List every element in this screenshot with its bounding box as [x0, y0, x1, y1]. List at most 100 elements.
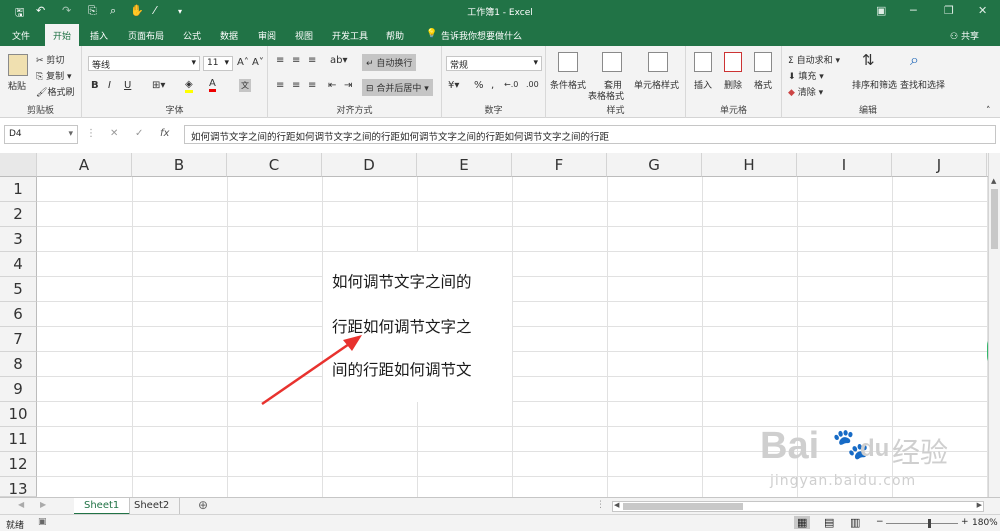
conditional-format-button[interactable]: 条件格式 — [550, 78, 586, 91]
align-top-icon[interactable]: ≡ — [276, 55, 284, 66]
align-center-icon[interactable]: ≡ — [292, 80, 300, 91]
scroll-left-icon[interactable]: ◀ — [614, 501, 619, 509]
wrap-text-button[interactable]: ↵ 自动换行 — [362, 54, 417, 71]
prev-sheet-icon[interactable]: ◀ — [18, 500, 24, 509]
tab-home[interactable]: 开始 — [45, 24, 80, 46]
cut-button[interactable]: ✂ 剪切 — [36, 53, 64, 66]
align-left-icon[interactable]: ≡ — [276, 80, 284, 91]
align-bottom-icon[interactable]: ≡ — [308, 55, 316, 66]
page-layout-view-icon[interactable]: ▤ — [824, 516, 834, 529]
insert-function-icon[interactable]: fx — [160, 128, 169, 139]
share-button[interactable]: ⚇ 共享 — [950, 29, 979, 42]
add-sheet-icon[interactable]: ⊕ — [198, 498, 208, 512]
increase-indent-icon[interactable]: ⇥ — [344, 80, 352, 91]
delete-button[interactable]: 删除 — [724, 78, 742, 91]
cancel-icon[interactable]: ✕ — [110, 128, 118, 139]
minimize-icon[interactable]: ─ — [910, 4, 917, 17]
font-color-icon[interactable]: A — [209, 78, 216, 92]
accounting-icon[interactable]: ¥▾ — [448, 80, 459, 91]
decrease-indent-icon[interactable]: ⇤ — [328, 80, 336, 91]
zoom-in-icon[interactable]: + — [961, 517, 969, 527]
sort-filter-icon: ⇅ — [862, 51, 875, 69]
watermark-url: jingyan.baidu.com — [770, 473, 917, 489]
sort-filter-button[interactable]: 排序和筛选 — [852, 78, 897, 91]
ribbon-display-icon[interactable]: ▣ — [876, 4, 886, 17]
grow-font-icon[interactable]: A˄ — [237, 57, 249, 68]
find-icon: ⌕ — [910, 50, 919, 69]
watermark-du: du — [860, 435, 890, 462]
font-name-select[interactable]: 等线 ▾ — [88, 56, 200, 71]
enter-icon[interactable]: ✓ — [135, 128, 143, 139]
tab-help[interactable]: 帮助 — [386, 29, 404, 42]
page-break-view-icon[interactable]: ▥ — [850, 516, 860, 529]
orientation-icon[interactable]: ab▾ — [330, 55, 348, 66]
decrease-decimal-icon[interactable]: .00 — [526, 80, 539, 89]
chevron-down-icon: ▾ — [224, 58, 229, 68]
tab-formulas[interactable]: 公式 — [183, 29, 201, 42]
number-format-select[interactable]: 常规 ▾ — [446, 56, 542, 71]
table-format-line2[interactable]: 表格格式 — [588, 89, 624, 102]
next-sheet-icon[interactable]: ▶ — [40, 500, 46, 509]
tab-data[interactable]: 数据 — [220, 29, 238, 42]
zoom-level[interactable]: 180% — [972, 518, 998, 528]
macro-record-icon[interactable]: ▣ — [38, 517, 47, 527]
align-middle-icon[interactable]: ≡ — [292, 55, 300, 66]
font-group: 等线 ▾ 11 ▾ A˄ A˅ B I U ⊞▾ ◈ A 文 字体 — [82, 46, 268, 118]
fill-color-icon[interactable]: ◈ — [185, 79, 193, 93]
tab-review[interactable]: 审阅 — [258, 29, 276, 42]
restore-icon[interactable]: ❐ — [944, 4, 954, 17]
font-size-select[interactable]: 11 ▾ — [203, 56, 233, 71]
format-cells-icon — [754, 52, 772, 72]
number-label: 数字 — [484, 106, 503, 116]
vertical-scrollbar[interactable]: ▲ — [988, 153, 1000, 497]
format-button[interactable]: 格式 — [754, 78, 772, 91]
percent-icon[interactable]: % — [474, 80, 484, 91]
tab-insert[interactable]: 插入 — [90, 29, 108, 42]
paste-icon[interactable] — [8, 54, 28, 76]
find-select-button[interactable]: 查找和选择 — [900, 78, 945, 91]
horizontal-scrollbar[interactable]: ◀ ▶ — [612, 501, 984, 512]
clear-button[interactable]: ◆ 清除 ▾ — [788, 85, 823, 98]
window-title: 工作簿1 - Excel — [467, 8, 533, 18]
cell-styles-button[interactable]: 单元格样式 — [634, 78, 679, 91]
border-icon[interactable]: ⊞▾ — [152, 80, 165, 91]
close-icon[interactable]: ✕ — [978, 4, 987, 17]
tell-me-input[interactable]: 告诉我你想要做什么 — [441, 29, 522, 42]
cell-styles-icon — [648, 52, 668, 72]
merge-center-button[interactable]: ⊟ 合并后居中 ▾ — [362, 79, 433, 96]
bold-button[interactable]: B — [91, 80, 99, 91]
fill-button[interactable]: ⬇ 填充 ▾ — [788, 69, 824, 82]
tab-view[interactable]: 视图 — [295, 29, 313, 42]
zoom-slider[interactable] — [886, 523, 958, 524]
name-box[interactable]: D4 ▾ — [4, 125, 78, 144]
paste-button[interactable]: 粘贴 — [8, 79, 26, 92]
zoom-slider-thumb[interactable] — [928, 519, 931, 528]
shrink-font-icon[interactable]: A˅ — [252, 57, 264, 68]
scroll-thumb[interactable] — [991, 189, 998, 249]
formula-input[interactable]: 如何调节文字之间的行距如何调节文字之间的行距如何调节文字之间的行距如何调节文字之… — [184, 125, 996, 144]
underline-button[interactable]: U — [124, 80, 131, 91]
scroll-up-icon[interactable]: ▲ — [991, 177, 996, 185]
phonetic-icon[interactable]: 文 — [239, 79, 251, 92]
sheet-tab-sheet1[interactable]: Sheet1 — [74, 498, 131, 515]
h-scroll-thumb[interactable] — [623, 503, 743, 510]
scroll-right-icon[interactable]: ▶ — [977, 501, 982, 509]
clipboard-group: 粘贴 ✂ 剪切 ⎘ 复制 ▾ 🖌格式刷 剪贴板 — [0, 46, 82, 118]
italic-button[interactable]: I — [108, 80, 111, 91]
normal-view-icon[interactable]: ▦ — [794, 516, 811, 529]
sheet-tab-sheet2[interactable]: Sheet2 — [124, 498, 181, 515]
table-format-icon — [602, 52, 622, 72]
insert-button[interactable]: 插入 — [694, 78, 712, 91]
tab-file[interactable]: 文件 — [12, 29, 30, 42]
tab-developer[interactable]: 开发工具 — [332, 29, 368, 42]
autosum-button[interactable]: Σ 自动求和 ▾ — [788, 53, 840, 66]
increase-decimal-icon[interactable]: ←.0 — [504, 80, 518, 89]
collapse-ribbon-icon[interactable]: ˄ — [986, 106, 991, 116]
format-painter-button[interactable]: 🖌格式刷 — [36, 85, 74, 98]
tab-page-layout[interactable]: 页面布局 — [128, 29, 164, 42]
comma-icon[interactable]: , — [491, 80, 494, 91]
copy-button[interactable]: ⎘ 复制 ▾ — [36, 69, 71, 82]
lightbulb-icon: 💡 — [426, 29, 438, 39]
zoom-out-icon[interactable]: − — [876, 517, 884, 527]
align-right-icon[interactable]: ≡ — [308, 80, 316, 91]
